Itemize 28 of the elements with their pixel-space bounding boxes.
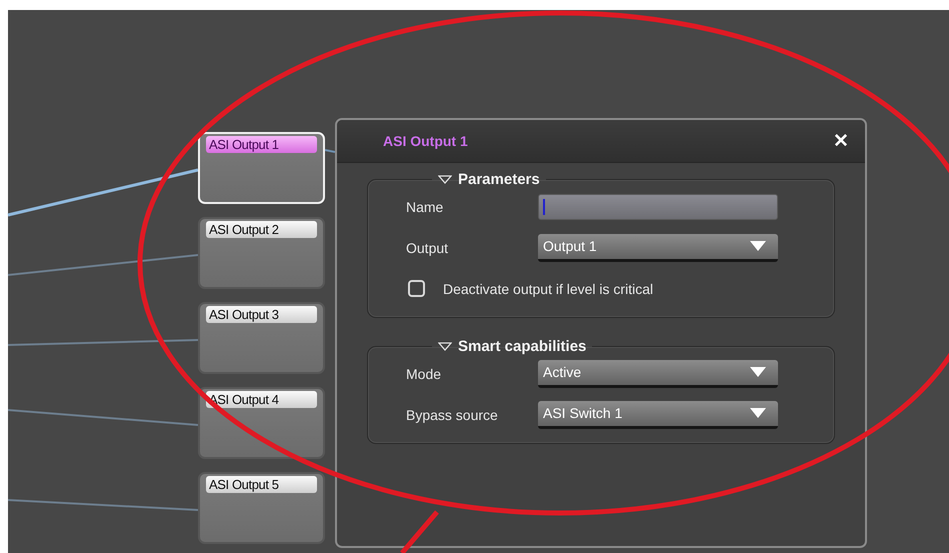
output-node[interactable]: ASI Output 3 bbox=[198, 302, 325, 374]
node-title: ASI Output 5 bbox=[206, 476, 317, 493]
close-button[interactable]: ✕ bbox=[833, 129, 849, 153]
checkbox-label: Deactivate output if level is critical bbox=[443, 280, 654, 296]
dropdown[interactable]: ASI Switch 1 bbox=[538, 400, 778, 428]
dropdown[interactable]: Output 1 bbox=[538, 234, 778, 262]
node-title: ASI Output 1 bbox=[206, 136, 317, 153]
dialog-title: ASI Output 1 bbox=[383, 133, 468, 149]
caret-icon bbox=[750, 241, 766, 251]
section-title: Parameters bbox=[458, 171, 540, 188]
section-title: Smart capabilities bbox=[458, 338, 586, 355]
field-label: Bypass source bbox=[406, 406, 499, 422]
output-node[interactable]: ASI Output 1 bbox=[198, 132, 325, 204]
caret-icon bbox=[750, 408, 766, 418]
node-title: ASI Output 2 bbox=[206, 221, 317, 238]
collapse-triangle-icon[interactable] bbox=[438, 342, 452, 351]
output-node[interactable]: ASI Output 5 bbox=[198, 472, 325, 544]
name-field[interactable] bbox=[538, 194, 778, 220]
field-label: Name bbox=[406, 198, 444, 214]
output-node[interactable]: ASI Output 2 bbox=[198, 217, 325, 289]
connector-line bbox=[324, 149, 336, 153]
field-label: Output bbox=[406, 240, 450, 256]
node-title: ASI Output 3 bbox=[206, 306, 317, 323]
field-label: Mode bbox=[406, 366, 442, 382]
dropdown[interactable]: Active bbox=[538, 360, 778, 388]
collapse-triangle-icon[interactable] bbox=[438, 175, 452, 184]
checkbox[interactable] bbox=[408, 280, 425, 297]
caret-icon bbox=[750, 367, 766, 377]
